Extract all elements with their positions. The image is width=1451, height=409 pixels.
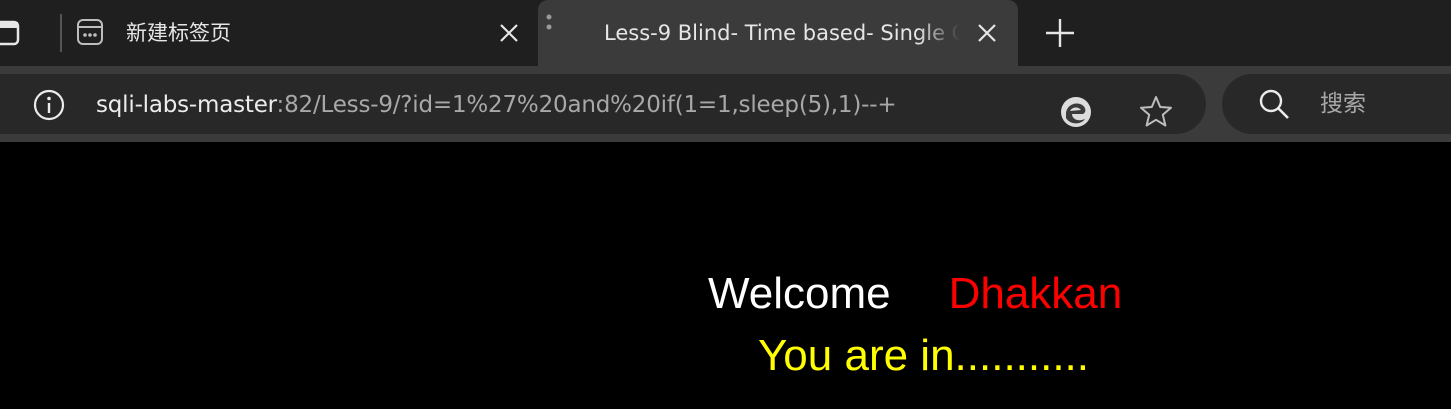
user-name: Dhakkan — [948, 269, 1123, 318]
favorite-star-icon[interactable] — [1138, 94, 1174, 130]
loading-dots-icon — [546, 14, 552, 30]
status-message: You are in........... — [758, 331, 1090, 380]
tab-strip: 新建标签页 Less-9 Blind- Time based- Single Q… — [0, 0, 1451, 66]
tab-new-tab[interactable]: 新建标签页 — [62, 0, 538, 66]
search-box[interactable]: 搜索 — [1222, 74, 1451, 134]
url-host: sqli-labs-master — [96, 92, 277, 118]
search-placeholder: 搜索 — [1320, 91, 1366, 117]
url-path: :82/Less-9/?id=1%27%20and%20if(1=1,sleep… — [276, 92, 897, 118]
tab-less-9[interactable]: Less-9 Blind- Time based- Single Quotes-… — [538, 0, 1018, 66]
address-bar[interactable]: sqli-labs-master:82/Less-9/?id=1%27%20an… — [0, 74, 1206, 134]
info-icon[interactable] — [32, 88, 66, 122]
welcome-text: Welcome — [708, 269, 891, 318]
url-text[interactable]: sqli-labs-master:82/Less-9/?id=1%27%20an… — [96, 88, 897, 122]
close-tab-icon[interactable] — [498, 22, 520, 44]
close-tab-icon[interactable] — [976, 22, 998, 44]
page-content: Welcome Dhakkan You are in........... — [0, 142, 1451, 409]
new-tab-plus-icon[interactable] — [1044, 17, 1076, 49]
tab-actions-icon[interactable] — [0, 20, 20, 46]
toolbar: sqli-labs-master:82/Less-9/?id=1%27%20an… — [0, 66, 1451, 142]
welcome-line: Welcome Dhakkan — [708, 266, 1122, 322]
tab-title: 新建标签页 — [126, 21, 231, 45]
search-icon — [1259, 89, 1289, 119]
new-tab-page-icon — [77, 19, 103, 45]
tab-title: Less-9 Blind- Time based- Single Quotes-… — [604, 21, 960, 45]
edge-browser-icon[interactable] — [1058, 94, 1094, 130]
